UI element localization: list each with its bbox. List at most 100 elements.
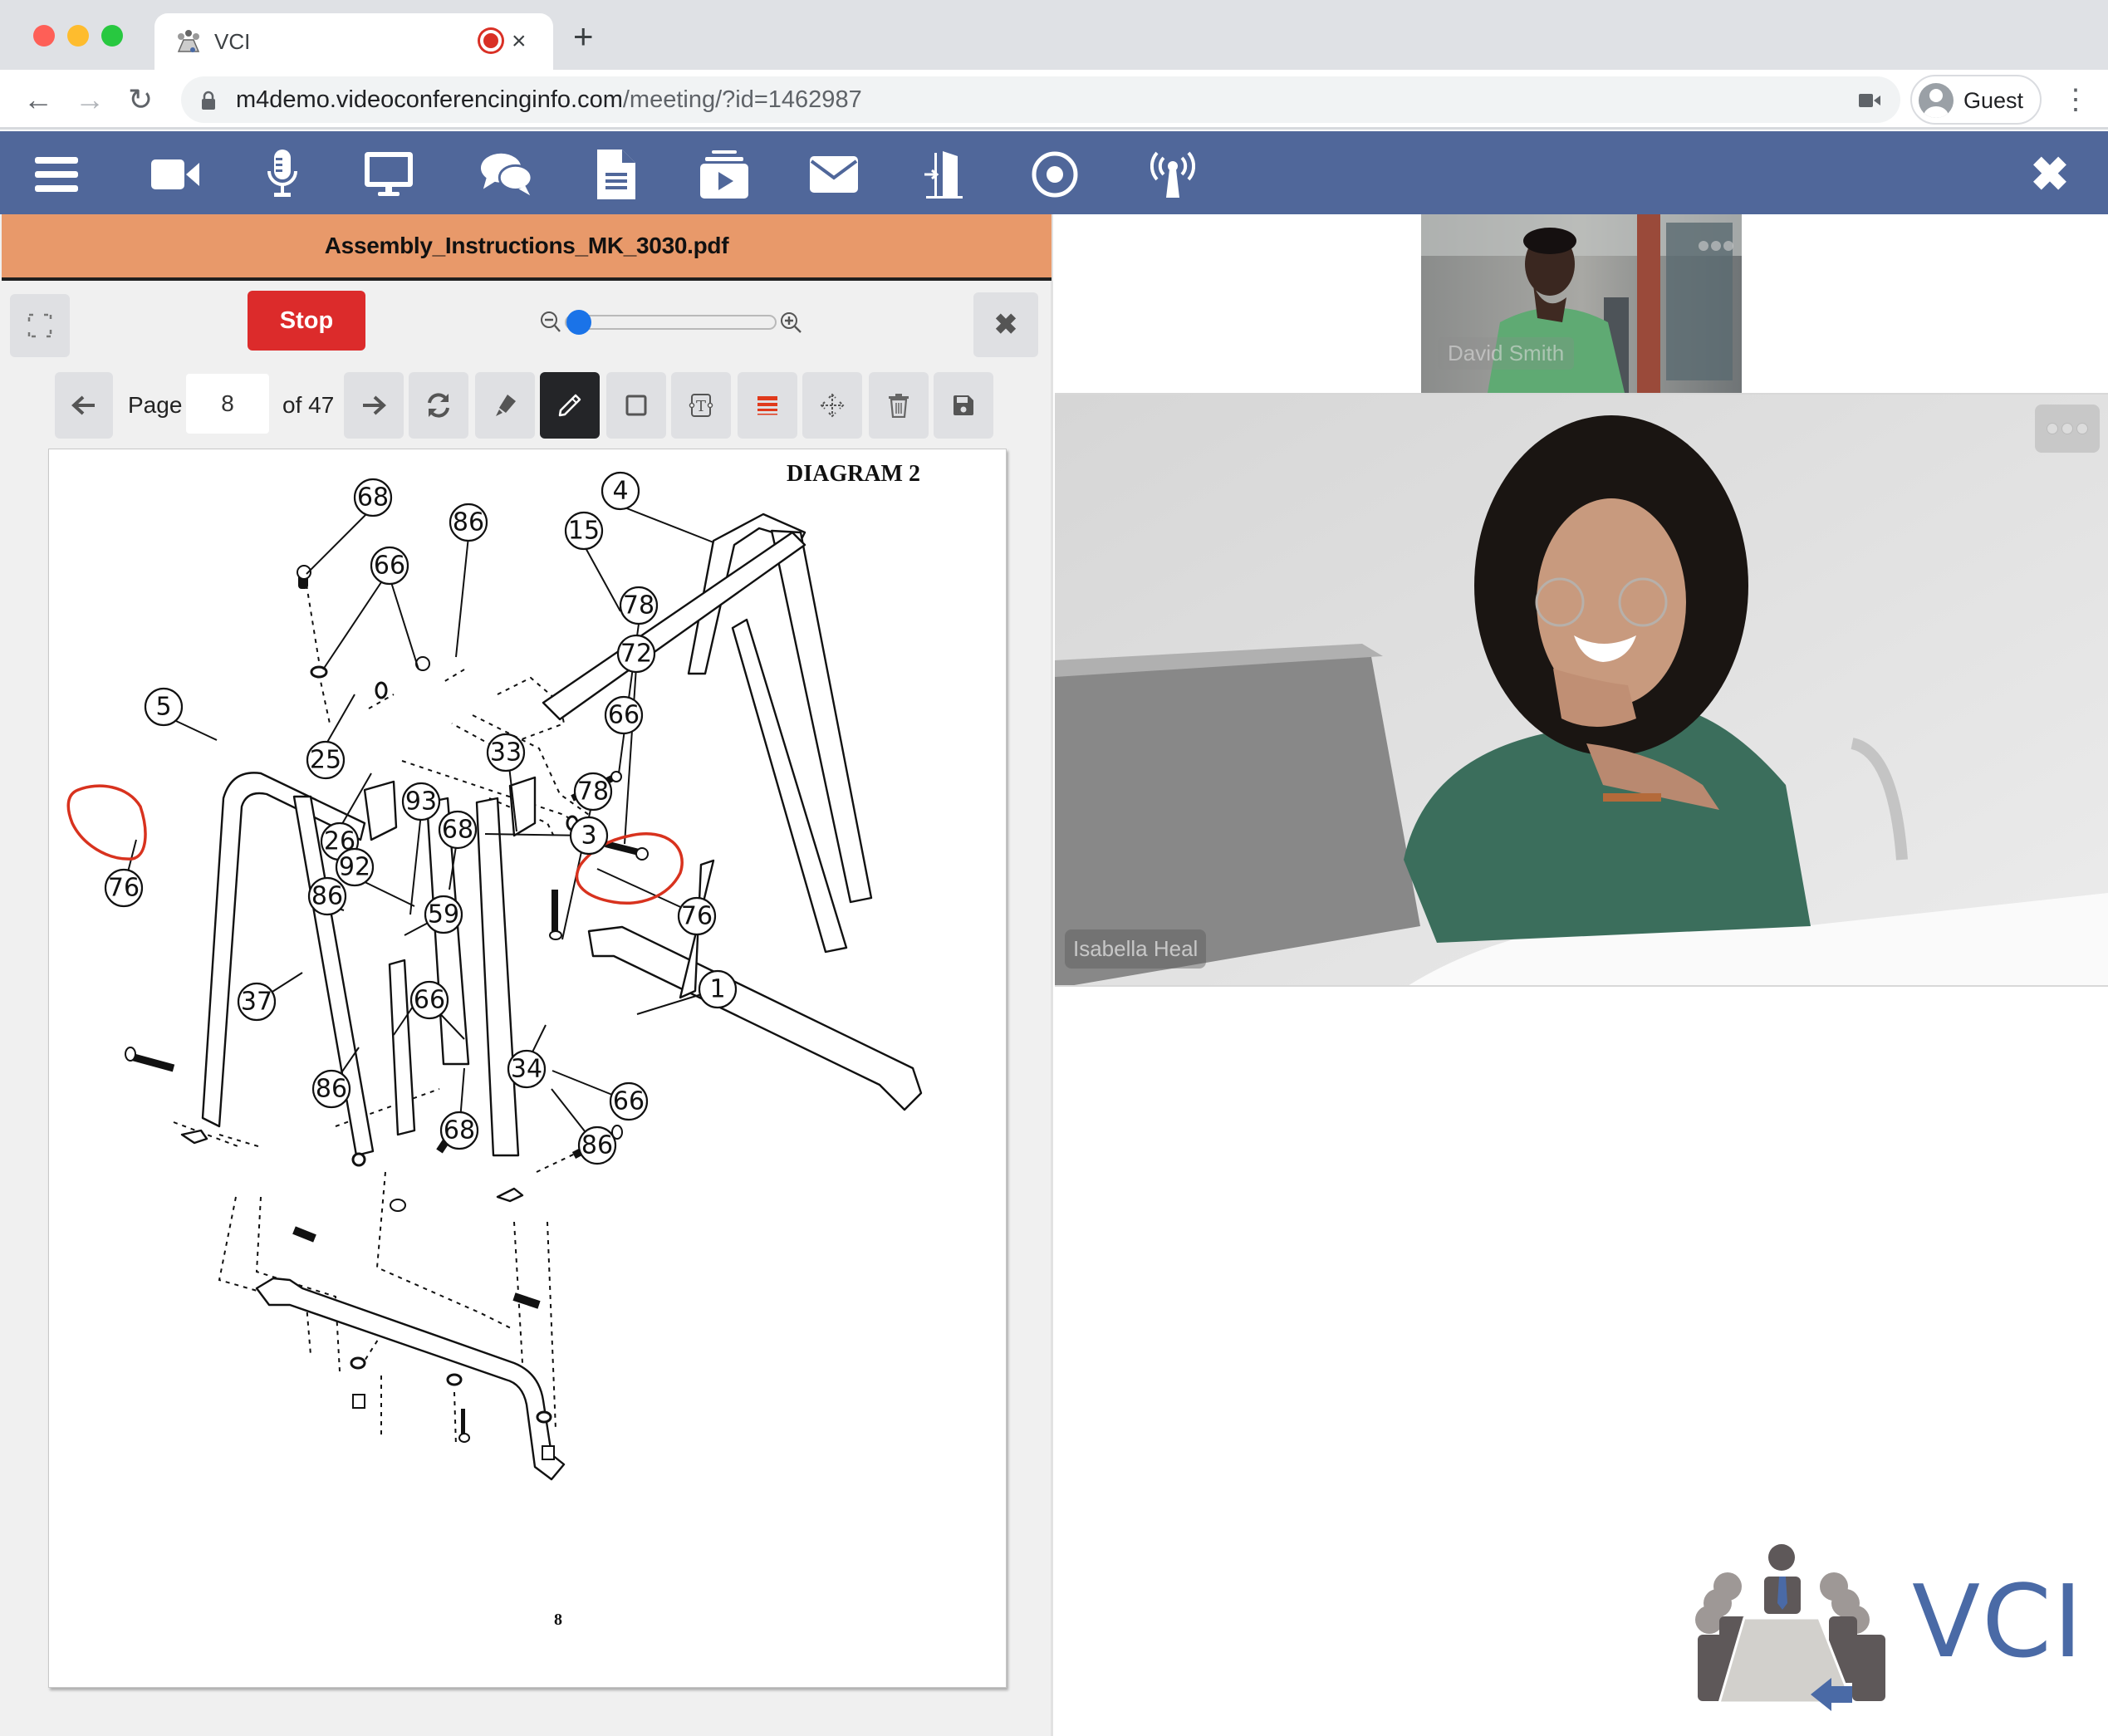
zoom-in-icon[interactable] xyxy=(779,311,802,334)
browser-tab[interactable]: VCI × xyxy=(154,13,553,70)
document-viewer-panel: Assembly_Instructions_MK_3030.pdf Stop ✖… xyxy=(0,214,1053,1736)
url-domain: m4demo.videoconferencinginfo.com xyxy=(236,86,623,113)
more-dots-icon xyxy=(2076,423,2088,434)
tab-close-icon[interactable]: × xyxy=(512,25,527,58)
browser-tab-bar: VCI × + xyxy=(0,0,2108,70)
svg-text:T: T xyxy=(696,398,706,415)
svg-text:4: 4 xyxy=(612,477,628,506)
next-page-button[interactable] xyxy=(344,372,404,439)
fullscreen-button[interactable] xyxy=(10,294,70,357)
part-callout-78: 78 xyxy=(573,772,613,812)
svg-text:34: 34 xyxy=(511,1055,542,1084)
arrow-left-icon xyxy=(71,395,95,415)
text-box-icon: T xyxy=(689,394,713,417)
record-icon[interactable] xyxy=(1028,150,1081,199)
email-icon[interactable] xyxy=(807,150,860,199)
chat-icon[interactable] xyxy=(480,150,533,199)
rectangle-tool-button[interactable] xyxy=(606,372,666,439)
svg-text:66: 66 xyxy=(414,986,445,1015)
url-field[interactable]: m4demo.videoconferencinginfo.com/meeting… xyxy=(181,76,1900,123)
participant-name-label: David Smith xyxy=(1438,337,1575,370)
svg-text:92: 92 xyxy=(339,853,370,882)
svg-text:33: 33 xyxy=(490,738,522,767)
participant-video-frame xyxy=(1055,395,2108,985)
broadcast-icon[interactable] xyxy=(1146,150,1199,199)
part-callout-33: 33 xyxy=(486,733,526,772)
line-width-icon xyxy=(757,396,777,415)
close-meeting-icon[interactable]: ✖ xyxy=(2023,148,2076,200)
media-player-icon[interactable] xyxy=(698,150,751,199)
part-callout-66: 66 xyxy=(609,1081,649,1121)
delete-button[interactable] xyxy=(869,372,929,439)
microphone-icon[interactable] xyxy=(256,150,309,199)
svg-text:76: 76 xyxy=(108,874,140,903)
pdf-page[interactable]: 68 86 66 4 15 78 72 66 5 25 33 78 26 93 68 3 76 92 86 59 76 3… xyxy=(48,449,1007,1688)
zoom-out-icon[interactable] xyxy=(540,311,561,334)
window-close-button[interactable] xyxy=(33,25,55,47)
part-callout-76: 76 xyxy=(677,896,717,936)
svg-text:86: 86 xyxy=(581,1131,613,1160)
video-options-button[interactable] xyxy=(2035,405,2100,453)
fullscreen-icon xyxy=(27,313,52,338)
browser-menu-icon[interactable]: ⋮ xyxy=(2061,83,2090,116)
svg-text:76: 76 xyxy=(681,902,713,931)
svg-text:59: 59 xyxy=(428,900,459,929)
move-arrows-icon xyxy=(820,393,845,418)
svg-text:72: 72 xyxy=(620,640,652,669)
part-callout-4: 4 xyxy=(601,471,640,511)
svg-text:15: 15 xyxy=(568,517,600,546)
svg-text:86: 86 xyxy=(311,882,343,911)
video-camera-icon[interactable] xyxy=(150,150,203,199)
line-width-tool-button[interactable] xyxy=(738,372,797,439)
camera-in-use-icon[interactable] xyxy=(1859,93,1880,108)
zoom-slider[interactable] xyxy=(565,315,777,330)
back-button[interactable]: ← xyxy=(23,81,53,118)
zoom-slider-handle[interactable] xyxy=(566,310,591,335)
stop-sharing-button[interactable]: Stop xyxy=(248,291,365,351)
part-callout-34: 34 xyxy=(507,1049,547,1089)
screen-share-icon[interactable] xyxy=(362,150,415,199)
part-callout-37: 37 xyxy=(237,982,277,1022)
part-callout-68: 68 xyxy=(439,1111,479,1150)
svg-text:66: 66 xyxy=(374,552,405,581)
text-box-tool-button[interactable]: T xyxy=(671,372,731,439)
part-callout-5: 5 xyxy=(144,687,184,727)
exit-door-icon[interactable] xyxy=(917,150,970,199)
move-tool-button[interactable] xyxy=(802,372,862,439)
refresh-button[interactable] xyxy=(409,372,468,439)
profile-button[interactable]: Guest xyxy=(1910,75,2042,125)
svg-text:78: 78 xyxy=(577,777,609,807)
close-document-button[interactable]: ✖ xyxy=(973,292,1038,357)
document-icon[interactable] xyxy=(590,150,643,199)
rod-part-25 xyxy=(388,959,416,1136)
pen-tool-button[interactable] xyxy=(540,372,600,439)
svg-text:66: 66 xyxy=(608,701,640,730)
document-filename: Assembly_Instructions_MK_3030.pdf xyxy=(324,233,729,258)
svg-text:5: 5 xyxy=(155,693,171,722)
part-callout-68: 68 xyxy=(438,810,478,850)
part-callout-68: 68 xyxy=(353,478,393,517)
lock-icon xyxy=(202,91,215,110)
svg-text:86: 86 xyxy=(453,508,484,537)
reload-button[interactable]: ↻ xyxy=(128,81,153,118)
save-button[interactable] xyxy=(934,372,993,439)
svg-text:93: 93 xyxy=(405,787,437,817)
url-path: /meeting/?id=1462987 xyxy=(622,86,862,113)
participant-video-main[interactable]: Isabella Heal xyxy=(1055,393,2108,987)
assembly-diagram: 688666415787266525 3378269368 376928659 763… xyxy=(66,471,923,1481)
window-minimize-button[interactable] xyxy=(67,25,89,47)
highlighter-tool-button[interactable] xyxy=(475,372,535,439)
trash-icon xyxy=(889,394,909,418)
window-maximize-button[interactable] xyxy=(101,25,123,47)
new-tab-button[interactable]: + xyxy=(573,19,594,54)
part-callouts: 688666415787266525 3378269368 376928659 763… xyxy=(104,471,738,1165)
menu-icon[interactable] xyxy=(30,150,83,199)
previous-page-button[interactable] xyxy=(55,372,113,439)
svg-text:37: 37 xyxy=(241,988,272,1017)
page-number-input[interactable] xyxy=(186,374,269,434)
part-callout-3: 3 xyxy=(569,816,609,856)
forward-button[interactable]: → xyxy=(75,81,105,118)
part-callout-92: 92 xyxy=(335,847,375,887)
participant-video-thumbnail[interactable]: David Smith xyxy=(1421,214,1742,393)
more-dots-icon xyxy=(2061,423,2073,434)
